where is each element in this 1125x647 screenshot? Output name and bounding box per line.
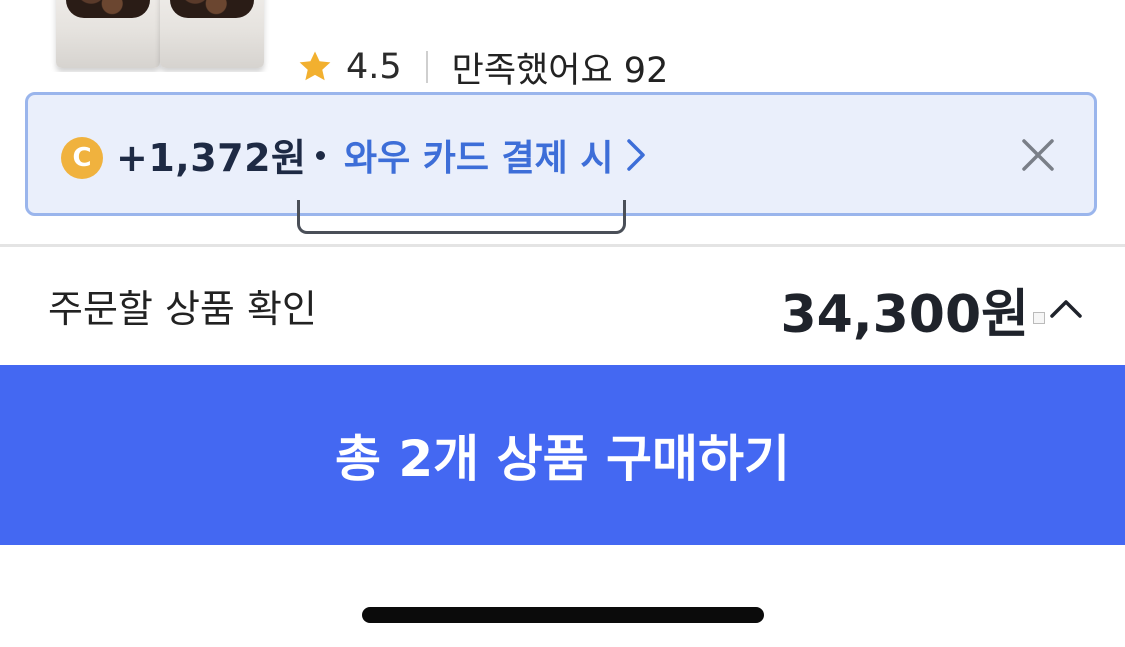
product-thumbnail[interactable] [48, 0, 270, 72]
rating-row: 4.5 만족했어요 92 [296, 42, 668, 92]
chevron-right-icon [627, 139, 646, 171]
chevron-up-icon[interactable] [1048, 290, 1084, 326]
cashback-amount: +1,372원 [116, 136, 307, 180]
star-icon [299, 51, 331, 81]
product-bag-image [56, 0, 160, 68]
bullet-dot [316, 151, 325, 160]
cashback-banner: C +1,372원 와우 카드 결제 시 [25, 92, 1097, 216]
option-button-obscured[interactable] [297, 200, 626, 234]
purchase-button[interactable]: 총 2개 상품 구매하기 [0, 365, 1125, 545]
order-total-price: 34,300원 [780, 285, 1029, 345]
wow-card-link-label: 와우 카드 결제 시 [344, 138, 614, 179]
product-bag-image [160, 0, 264, 68]
close-icon[interactable] [1018, 135, 1058, 175]
home-indicator[interactable] [362, 607, 764, 623]
section-divider [0, 244, 1125, 247]
satisfied-count: 만족했어요 92 [451, 50, 669, 91]
rating-value: 4.5 [346, 47, 402, 87]
order-confirm-label[interactable]: 주문할 상품 확인 [48, 278, 317, 333]
price-info-mark [1033, 312, 1045, 324]
coin-icon: C [61, 137, 103, 179]
wow-card-link[interactable]: 와우 카드 결제 시 [344, 129, 647, 181]
rating-divider [425, 51, 428, 83]
